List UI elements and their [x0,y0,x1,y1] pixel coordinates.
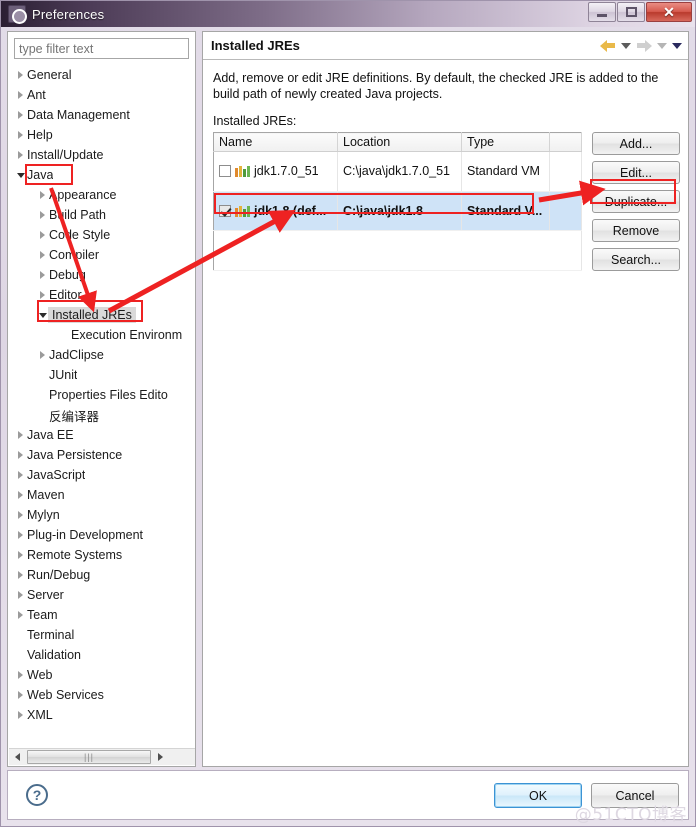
annotation-arrow-java-to-jres [49,187,97,313]
annotation-arrow-jres-to-row [107,209,296,314]
annotation-box-java [25,164,73,185]
annotation-box-edit-button [590,179,676,204]
annotation-arrow-row-to-edit [538,180,606,206]
annotation-box-jdk18-row [214,193,534,214]
annotation-overlay [25,164,676,322]
preferences-dialog: Preferences ✕ GeneralAntData ManagementH… [0,0,696,827]
